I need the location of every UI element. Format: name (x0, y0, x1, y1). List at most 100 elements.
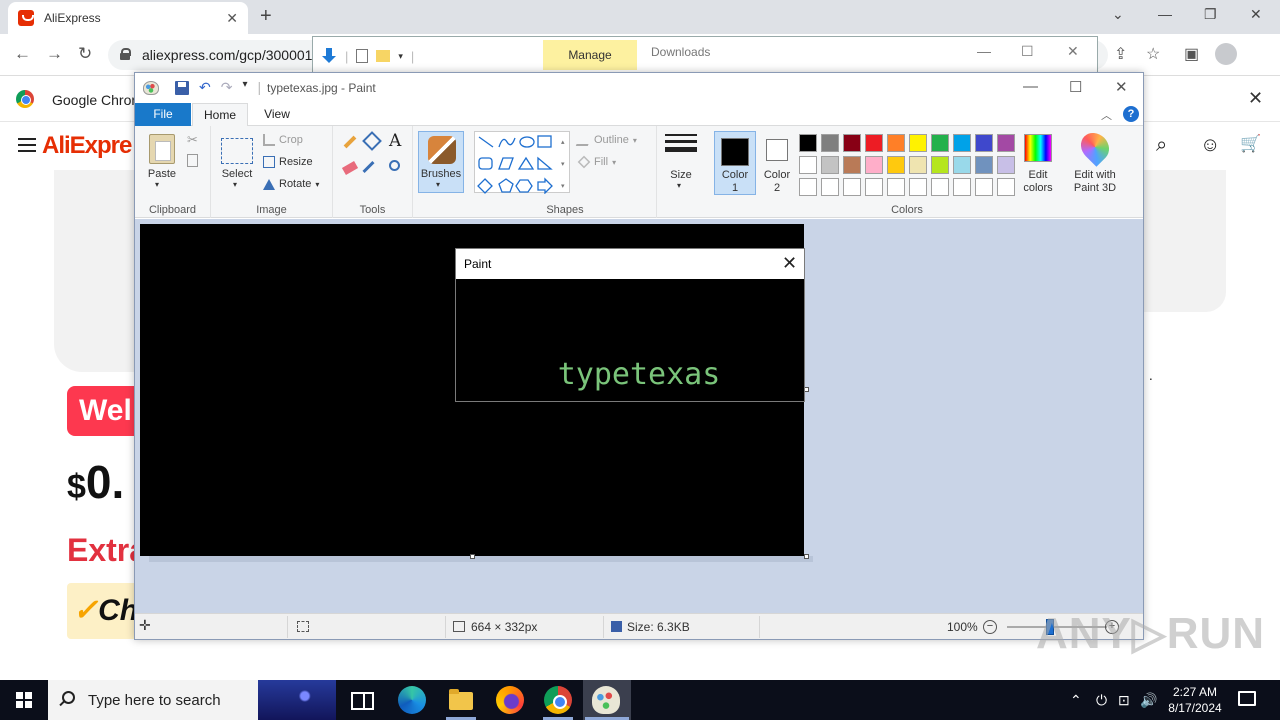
color-picker-icon[interactable] (362, 160, 375, 174)
palette-swatch[interactable] (887, 156, 905, 174)
palette-swatch[interactable] (843, 178, 861, 196)
palette-swatch[interactable] (865, 134, 883, 152)
taskbar-clock[interactable]: 2:27 AM 8/17/2024 (1162, 684, 1228, 716)
hamburger-menu-icon[interactable] (18, 138, 36, 152)
profile-avatar[interactable] (1215, 43, 1237, 65)
palette-swatch[interactable] (931, 178, 949, 196)
text-tool-icon[interactable]: A (389, 131, 401, 151)
brushes-button[interactable]: Brushes ▾ (418, 131, 464, 193)
notification-center-icon[interactable] (1238, 691, 1256, 706)
paint-title-bar[interactable]: ↶ ↷ ▾ | typetexas.jpg - Paint — ☐ ✕ (135, 73, 1143, 103)
fill-bucket-icon[interactable] (362, 131, 382, 151)
tab-aliexpress[interactable]: AliExpress ✕ (8, 2, 248, 34)
palette-swatch[interactable] (953, 178, 971, 196)
info-bar-close-icon[interactable]: ✕ (1248, 88, 1263, 109)
undo-icon[interactable]: ↶ (199, 79, 211, 96)
reload-button[interactable]: ↻ (78, 44, 92, 64)
tab-view[interactable]: View (255, 103, 299, 126)
volume-icon[interactable]: 🔊 (1140, 692, 1157, 709)
pencil-icon[interactable] (343, 135, 357, 149)
palette-swatch[interactable] (997, 178, 1015, 196)
help-icon[interactable]: ? (1123, 106, 1139, 122)
palette-swatch[interactable] (975, 156, 993, 174)
palette-swatch[interactable] (821, 134, 839, 152)
customize-qa-chevron-icon[interactable]: ▾ (242, 79, 247, 96)
palette-swatch[interactable] (997, 134, 1015, 152)
paint-minimize-button[interactable]: — (1023, 78, 1038, 95)
resize-button[interactable]: Resize (263, 156, 313, 168)
palette-swatch[interactable] (799, 178, 817, 196)
firefox-icon[interactable] (496, 686, 524, 714)
paint-close-button[interactable]: ✕ (1115, 78, 1128, 96)
new-tab-button[interactable]: + (260, 5, 272, 28)
downloads-explorer-window[interactable]: | ▾ | Manage Downloads — ☐ ✕ (312, 36, 1098, 76)
ribbon-collapse-icon[interactable]: ︿ (1101, 107, 1112, 123)
cart-icon[interactable]: 🛒 (1240, 134, 1261, 154)
tab-home[interactable]: Home (192, 103, 248, 127)
chrome-restore-button[interactable]: ❐ (1204, 6, 1217, 23)
palette-swatch[interactable] (887, 134, 905, 152)
palette-swatch[interactable] (975, 178, 993, 196)
palette-swatch[interactable] (843, 156, 861, 174)
tab-search-chevron-icon[interactable]: ⌄ (1112, 6, 1124, 23)
palette-swatch[interactable] (953, 156, 971, 174)
resize-handle-corner[interactable] (804, 554, 809, 559)
aliexpress-logo[interactable]: AliExpre (42, 132, 132, 160)
dialog-title-bar[interactable]: Paint ✕ (456, 249, 804, 279)
paint-maximize-button[interactable]: ☐ (1069, 78, 1082, 96)
chrome-icon[interactable] (544, 686, 572, 714)
palette-swatch[interactable] (931, 156, 949, 174)
zoom-out-button[interactable]: − (983, 620, 997, 634)
account-icon[interactable]: ☺ (1200, 134, 1220, 157)
copy-icon[interactable] (187, 154, 198, 167)
palette-swatch[interactable] (975, 134, 993, 152)
chrome-close-button[interactable]: ✕ (1250, 6, 1262, 23)
color1-button[interactable]: Color 1 (714, 131, 756, 195)
search-icon[interactable]: ⌕ (1156, 134, 1167, 157)
palette-swatch[interactable] (821, 156, 839, 174)
palette-swatch[interactable] (909, 178, 927, 196)
palette-swatch[interactable] (865, 178, 883, 196)
bookmark-star-icon[interactable]: ☆ (1146, 44, 1160, 64)
new-folder-icon[interactable] (376, 50, 391, 62)
redo-icon[interactable]: ↷ (221, 79, 233, 96)
chrome-minimize-button[interactable]: — (1158, 6, 1172, 22)
network-icon[interactable]: ⊡ (1118, 692, 1130, 709)
paint-taskbar-icon[interactable] (592, 686, 620, 714)
palette-swatch[interactable] (997, 156, 1015, 174)
save-icon[interactable] (175, 81, 189, 95)
magnifier-icon[interactable] (389, 160, 400, 171)
palette-swatch[interactable] (843, 134, 861, 152)
paint-app-icon[interactable] (143, 81, 159, 95)
tab-manage[interactable]: Manage (543, 40, 637, 70)
palette-swatch[interactable] (909, 134, 927, 152)
fill-button[interactable]: Fill ▾ (577, 155, 616, 169)
palette-swatch[interactable] (799, 156, 817, 174)
file-explorer-icon[interactable] (447, 686, 475, 714)
task-view-icon[interactable] (348, 686, 376, 714)
cut-icon[interactable]: ✂ (187, 132, 198, 148)
rotate-button[interactable]: Rotate ▾ (263, 178, 319, 190)
resize-handle-bottom[interactable] (470, 554, 475, 559)
palette-swatch[interactable] (887, 178, 905, 196)
explorer-minimize-button[interactable]: — (977, 43, 991, 59)
explorer-maximize-button[interactable]: ☐ (1021, 43, 1034, 60)
palette-swatch[interactable] (909, 156, 927, 174)
palette-swatch[interactable] (953, 134, 971, 152)
tab-file[interactable]: File (135, 103, 191, 126)
customize-qa-chevron-icon[interactable]: ▾ (398, 51, 403, 62)
url-text[interactable]: aliexpress.com/gcp/3000015 (142, 47, 320, 63)
edge-icon[interactable] (398, 686, 426, 714)
dialog-close-button[interactable]: ✕ (782, 253, 797, 273)
explorer-close-button[interactable]: ✕ (1067, 43, 1079, 60)
back-button[interactable]: ← (14, 44, 31, 64)
side-panel-icon[interactable]: ▣ (1184, 44, 1199, 64)
tray-chevron-icon[interactable]: ⌃ (1070, 692, 1082, 709)
share-icon[interactable]: ⇪ (1114, 44, 1127, 64)
palette-swatch[interactable] (865, 156, 883, 174)
palette-swatch[interactable] (821, 178, 839, 196)
start-button[interactable] (0, 680, 48, 720)
tab-close-icon[interactable]: ✕ (226, 10, 238, 27)
forward-button[interactable]: → (46, 44, 63, 64)
eraser-icon[interactable] (341, 161, 359, 175)
